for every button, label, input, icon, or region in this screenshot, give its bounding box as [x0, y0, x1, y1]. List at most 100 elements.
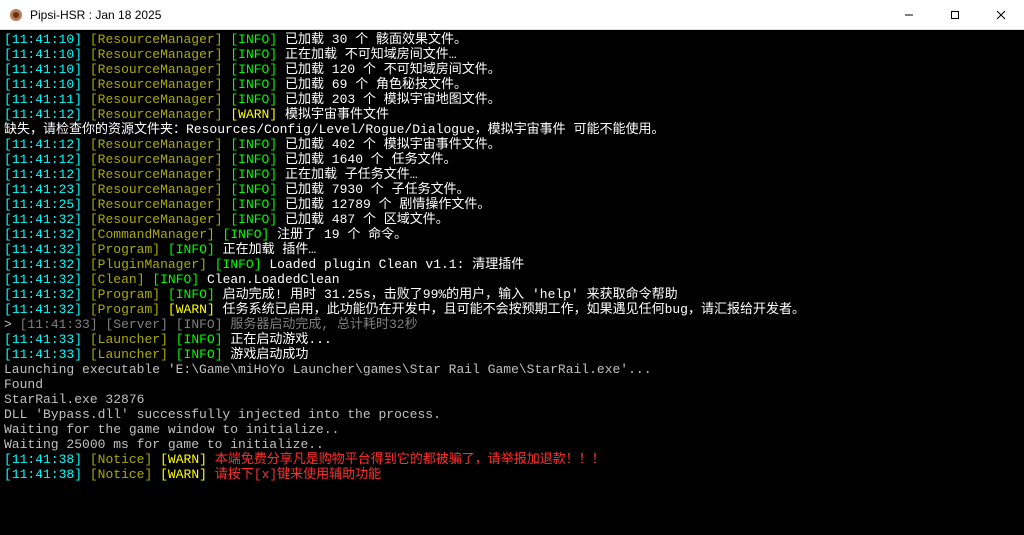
log-message: 服务器启动完成, 总计耗时32秒 — [230, 317, 417, 332]
window-title: Pipsi-HSR : Jan 18 2025 — [30, 8, 886, 22]
log-timestamp: 11:41:32 — [12, 227, 74, 242]
log-message: Launching executable 'E:\Game\miHoYo Lau… — [4, 362, 652, 377]
log-line: [11:41:11] [ResourceManager] [INFO] 已加载 … — [4, 92, 1020, 107]
log-source: Program — [98, 242, 153, 257]
close-button[interactable] — [978, 0, 1024, 30]
log-level: INFO — [176, 287, 207, 302]
log-line: [11:41:38] [Notice] [WARN] 本端免费分享凡是购物平台得… — [4, 452, 1020, 467]
log-message: Waiting 25000 ms for game to initialize.… — [4, 437, 324, 452]
log-level: INFO — [160, 272, 191, 287]
log-source: Clean — [98, 272, 137, 287]
log-line: [11:41:10] [ResourceManager] [INFO] 正在加载… — [4, 47, 1020, 62]
log-source: ResourceManager — [98, 182, 215, 197]
log-message: 已加载 1640 个 任务文件。 — [285, 152, 457, 167]
log-timestamp: 11:41:10 — [12, 47, 74, 62]
log-level: INFO — [184, 347, 215, 362]
log-line: [11:41:12] [ResourceManager] [INFO] 已加载 … — [4, 137, 1020, 152]
log-source: ResourceManager — [98, 197, 215, 212]
log-timestamp: 11:41:32 — [12, 272, 74, 287]
log-source: Launcher — [98, 332, 160, 347]
log-message: Found — [4, 377, 43, 392]
log-message: 已加载 203 个 模拟宇宙地图文件。 — [285, 92, 501, 107]
maximize-button[interactable] — [932, 0, 978, 30]
log-timestamp: 11:41:32 — [12, 242, 74, 257]
log-timestamp: 11:41:11 — [12, 92, 74, 107]
log-line: Found — [4, 377, 1020, 392]
log-line: [11:41:10] [ResourceManager] [INFO] 已加载 … — [4, 32, 1020, 47]
log-line: [11:41:32] [PluginManager] [INFO] Loaded… — [4, 257, 1020, 272]
log-source: ResourceManager — [98, 167, 215, 182]
log-source: Program — [98, 302, 153, 317]
log-line: 缺失，请检查你的资源文件夹：Resources/Config/Level/Rog… — [4, 122, 1020, 137]
log-message: Clean.LoadedClean — [207, 272, 340, 287]
log-message: 已加载 487 个 区域文件。 — [285, 212, 449, 227]
app-icon — [8, 7, 24, 23]
log-message: 本端免费分享凡是购物平台得到它的都被骗了，请举报加退款！！！ — [215, 452, 605, 467]
log-message: 已加载 120 个 不可知域房间文件。 — [285, 62, 501, 77]
log-line: Waiting for the game window to initializ… — [4, 422, 1020, 437]
log-level: INFO — [238, 197, 269, 212]
log-level: WARN — [168, 452, 199, 467]
log-source: ResourceManager — [98, 92, 215, 107]
log-message: 启动完成! 用时 31.25s，击败了99%的用户，输入 'help' 来获取命… — [223, 287, 678, 302]
log-message: 已加载 69 个 角色秘技文件。 — [285, 77, 467, 92]
log-message: StarRail.exe 32876 — [4, 392, 144, 407]
log-level: INFO — [230, 227, 261, 242]
log-source: ResourceManager — [98, 107, 215, 122]
maximize-icon — [950, 10, 960, 20]
log-level: INFO — [238, 92, 269, 107]
log-level: INFO — [238, 137, 269, 152]
close-icon — [996, 10, 1006, 20]
log-message: 缺失，请检查你的资源文件夹：Resources/Config/Level/Rog… — [4, 122, 664, 137]
log-line: StarRail.exe 32876 — [4, 392, 1020, 407]
log-timestamp: 11:41:38 — [12, 452, 74, 467]
console-output: [11:41:10] [ResourceManager] [INFO] 已加载 … — [0, 30, 1024, 535]
minimize-button[interactable] — [886, 0, 932, 30]
log-source: CommandManager — [98, 227, 207, 242]
log-message: 正在加载 子任务文件… — [285, 167, 418, 182]
log-source: ResourceManager — [98, 47, 215, 62]
log-line: [11:41:12] [ResourceManager] [INFO] 已加载 … — [4, 152, 1020, 167]
log-message: DLL 'Bypass.dll' successfully injected i… — [4, 407, 441, 422]
log-message: 注册了 19 个 命令。 — [277, 227, 407, 242]
log-line: [11:41:32] [Program] [WARN] 任务系统已启用，此功能仍… — [4, 302, 1020, 317]
log-line: [11:41:25] [ResourceManager] [INFO] 已加载 … — [4, 197, 1020, 212]
log-message: 模拟宇宙事件文件 — [285, 107, 389, 122]
log-source: ResourceManager — [98, 62, 215, 77]
log-timestamp: 11:41:33 — [27, 317, 89, 332]
log-line: DLL 'Bypass.dll' successfully injected i… — [4, 407, 1020, 422]
log-level: INFO — [238, 77, 269, 92]
log-timestamp: 11:41:10 — [12, 62, 74, 77]
log-message: Waiting for the game window to initializ… — [4, 422, 339, 437]
log-timestamp: 11:41:32 — [12, 302, 74, 317]
log-source: Launcher — [98, 347, 160, 362]
log-level: INFO — [238, 167, 269, 182]
log-message: 正在加载 不可知域房间文件… — [285, 47, 457, 62]
log-line: [11:41:23] [ResourceManager] [INFO] 已加载 … — [4, 182, 1020, 197]
log-line: [11:41:38] [Notice] [WARN] 请按下[x]键来使用辅助功… — [4, 467, 1020, 482]
log-message: 已加载 7930 个 子任务文件。 — [285, 182, 470, 197]
log-line: [11:41:32] [Program] [INFO] 启动完成! 用时 31.… — [4, 287, 1020, 302]
log-line: [11:41:33] [Launcher] [INFO] 正在启动游戏... — [4, 332, 1020, 347]
prompt: > — [4, 317, 20, 332]
log-source: Program — [98, 287, 153, 302]
window-controls — [886, 0, 1024, 29]
log-line: [11:41:12] [ResourceManager] [WARN] 模拟宇宙… — [4, 107, 1020, 122]
log-level: INFO — [238, 152, 269, 167]
log-timestamp: 11:41:38 — [12, 467, 74, 482]
log-source: ResourceManager — [98, 152, 215, 167]
log-line: Launching executable 'E:\Game\miHoYo Lau… — [4, 362, 1020, 377]
log-source: Notice — [98, 452, 145, 467]
log-source: ResourceManager — [98, 212, 215, 227]
log-line: [11:41:33] [Launcher] [INFO] 游戏启动成功 — [4, 347, 1020, 362]
log-line: [11:41:10] [ResourceManager] [INFO] 已加载 … — [4, 62, 1020, 77]
log-source: ResourceManager — [98, 77, 215, 92]
log-level: INFO — [238, 62, 269, 77]
log-level: INFO — [238, 32, 269, 47]
log-message: 请按下[x]键来使用辅助功能 — [215, 467, 381, 482]
log-message: 已加载 402 个 模拟宇宙事件文件。 — [285, 137, 501, 152]
log-level: INFO — [223, 257, 254, 272]
log-line: > [11:41:33] [Server] [INFO] 服务器启动完成, 总计… — [4, 317, 1020, 332]
log-timestamp: 11:41:10 — [12, 32, 74, 47]
log-timestamp: 11:41:12 — [12, 167, 74, 182]
